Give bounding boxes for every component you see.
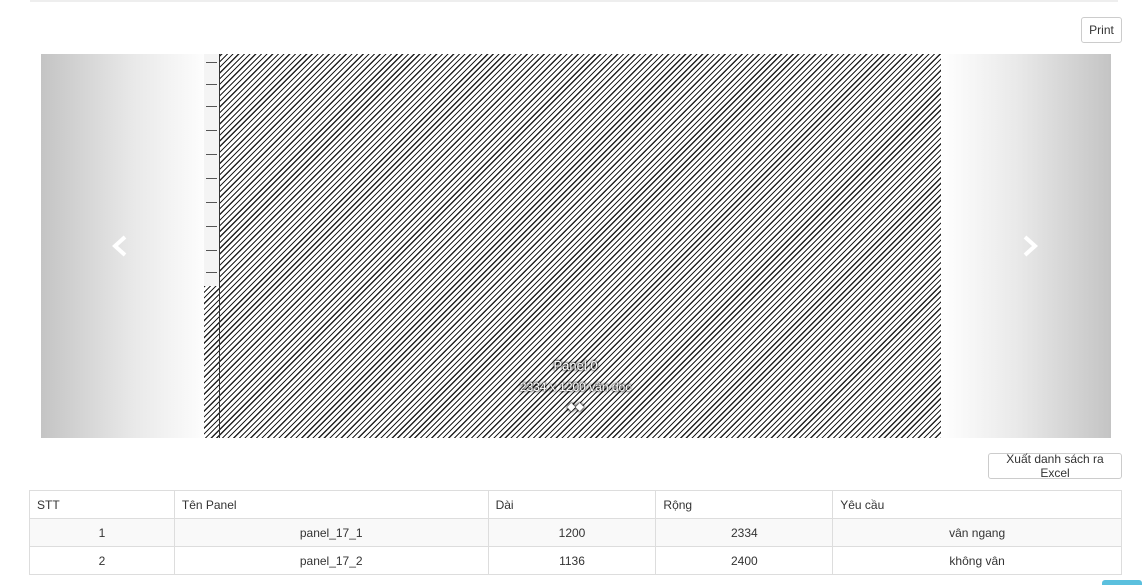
cell-panel-name: panel_17_1 xyxy=(173,518,489,547)
cell-length: 1136 xyxy=(487,546,657,575)
panel-table: STT Tên Panel Dài Rộng Yêu cầu 1 panel_1… xyxy=(29,490,1122,575)
slide-title: Panel 0 xyxy=(553,358,598,373)
cell-requirement: không vân xyxy=(832,546,1122,575)
header-panel-name[interactable]: Tên Panel xyxy=(173,490,489,519)
carousel-slide: Panel 0 2334 x 1200 vân dọc ◆◆ xyxy=(204,54,947,438)
chevron-right-icon xyxy=(1021,235,1039,257)
table-header-row: STT Tên Panel Dài Rộng Yêu cầu xyxy=(29,490,1122,519)
carousel-next-control[interactable] xyxy=(941,54,1111,438)
cell-stt: 2 xyxy=(29,546,175,575)
table-row: 2 panel_17_2 1136 2400 không vân xyxy=(29,546,1122,575)
header-requirement[interactable]: Yêu cầu xyxy=(832,490,1122,519)
print-button[interactable]: Print xyxy=(1081,17,1122,43)
cell-width: 2400 xyxy=(655,546,834,575)
header-width[interactable]: Rộng xyxy=(655,490,834,519)
header-stt[interactable]: STT xyxy=(29,490,175,519)
slide-marker: ◆◆ xyxy=(567,401,584,413)
panel-carousel: Panel 0 2334 x 1200 vân dọc ◆◆ xyxy=(41,54,1111,438)
export-excel-button[interactable]: Xuất danh sách ra Excel xyxy=(988,452,1122,480)
carousel-prev-control[interactable] xyxy=(41,54,211,438)
top-divider xyxy=(30,0,1118,2)
chevron-left-icon xyxy=(111,235,129,257)
side-ruler xyxy=(204,54,220,286)
cell-requirement: vân ngang xyxy=(832,518,1122,547)
cell-width: 2334 xyxy=(655,518,834,547)
corner-tab[interactable] xyxy=(1102,580,1142,585)
cell-length: 1200 xyxy=(487,518,657,547)
slide-subtitle: 2334 x 1200 vân dọc xyxy=(519,380,632,394)
table-row: 1 panel_17_1 1200 2334 vân ngang xyxy=(29,518,1122,547)
cell-panel-name: panel_17_2 xyxy=(173,546,489,575)
cell-stt: 1 xyxy=(29,518,175,547)
header-length[interactable]: Dài xyxy=(487,490,657,519)
